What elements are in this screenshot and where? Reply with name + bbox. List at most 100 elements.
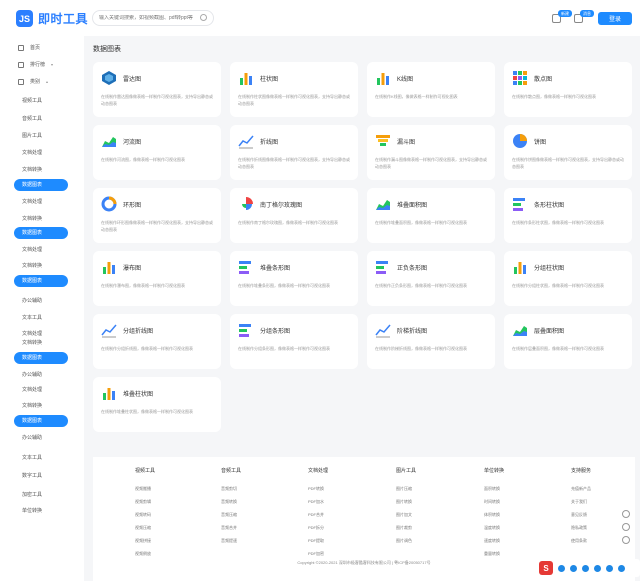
headset-icon[interactable] [622, 523, 630, 531]
sidebar-item[interactable]: 文档转换 [22, 402, 42, 409]
chart-tool-card[interactable]: 雷达图 在线制作雷达图像做表格一样制作可视化图表，支持导出静态或动态图表 [93, 62, 221, 117]
site-logo[interactable]: JS 即时工具 [16, 10, 88, 27]
search-box[interactable] [92, 10, 214, 26]
footer-link[interactable]: 音频转换 [221, 495, 241, 508]
footer-link[interactable]: 隐私政策 [571, 521, 591, 534]
footer-link[interactable]: PDF提取 [308, 534, 328, 547]
footer-link[interactable]: 图片加文 [396, 508, 416, 521]
sidebar-item[interactable]: 文档处理 [22, 386, 42, 393]
footer-link[interactable]: 温度转换 [484, 521, 504, 534]
sidebar-item-active[interactable]: 数据图表 [14, 415, 68, 427]
candlestick-chart-icon [375, 70, 391, 86]
footer-link[interactable]: 重量转换 [484, 547, 504, 560]
sidebar-item[interactable]: 文档处理 [22, 149, 42, 156]
chart-tool-card[interactable]: 饼图 在线制作饼图像做表格一样制作可视化图表，支持导出静态或动态图表 [504, 125, 632, 180]
chart-tool-card[interactable]: 正负条形图 在线制作正负条形图，像做表格一样制作可视化图表 [367, 251, 495, 306]
sidebar-ranking[interactable]: 排行榜 ▾ [18, 61, 53, 68]
chart-tool-card[interactable]: 分组折线图 在线制作分组折线图，像做表格一样制作可视化图表 [93, 314, 221, 369]
footer-link[interactable]: 视频剪辑 [135, 495, 155, 508]
sidebar-item-active[interactable]: 数据图表 [14, 227, 68, 239]
footer-link[interactable]: PDF加水 [308, 495, 328, 508]
footer-link[interactable]: 使用条款 [571, 534, 591, 547]
footer-link[interactable]: 视频倒放 [135, 547, 155, 560]
sidebar-item[interactable]: 文档处理 [22, 198, 42, 205]
search-input[interactable] [99, 15, 199, 21]
sidebar-item[interactable]: 文档转换 [22, 262, 42, 269]
footer-column: 音频工具 音频剪切 音频转换 音频压缩 音频合并 音频提速 [221, 467, 241, 547]
footer-link[interactable]: 图片压缩 [396, 482, 416, 495]
footer-link[interactable]: PDF合并 [308, 508, 328, 521]
sidebar-item[interactable]: 数字工具 [22, 472, 42, 479]
sidebar-item[interactable]: 文档转换 [22, 215, 42, 222]
footer-link[interactable]: 视频压缩 [135, 521, 155, 534]
footer-link[interactable]: 图片调色 [396, 534, 416, 547]
footer-link[interactable]: PDF转换 [308, 482, 328, 495]
sidebar-item-active[interactable]: 数据图表 [14, 179, 68, 191]
sidebar-item[interactable]: 文本工具 [22, 454, 42, 461]
chart-tool-card[interactable]: 环形图 在线制作环形图像做表格一样制作可视化图表，支持导出静态或动态图表 [93, 188, 221, 243]
ime-menu-icon[interactable] [618, 564, 625, 572]
ime-emoji-icon[interactable] [570, 564, 577, 572]
footer-link[interactable]: 意见反馈 [571, 508, 591, 521]
sidebar-item[interactable]: 视频工具 [22, 97, 42, 104]
sidebar-item[interactable]: 办公辅助 [22, 297, 42, 304]
chart-tool-card[interactable]: 分组条形图 在线制作分组条形图，像做表格一样制作可视化图表 [230, 314, 358, 369]
sidebar-home[interactable]: 首页 [18, 44, 40, 51]
sidebar-item[interactable]: 加密工具 [22, 491, 42, 498]
ime-moon-icon[interactable] [558, 564, 565, 572]
ime-keyboard-icon[interactable] [594, 564, 601, 572]
sidebar-item[interactable]: 办公辅助 [22, 371, 42, 378]
sidebar-item[interactable]: 文档处理 [22, 330, 42, 337]
chart-tool-card[interactable]: 堆叠面积图 在线制作堆叠面积图，像做表格一样制作可视化图表 [367, 188, 495, 243]
footer-link[interactable]: 时间转换 [484, 495, 504, 508]
chart-tool-card[interactable]: 堆叠柱状图 在线制作堆叠柱状图，像做表格一样制作可视化图表 [93, 377, 221, 432]
chart-tool-card[interactable]: 层叠面积图 在线制作层叠面积图，像做表格一样制作可视化图表 [504, 314, 632, 369]
chart-tool-card[interactable]: 折线图 在线制作折线图像做表格一样制作可视化图表，支持导出静态或动态图表 [230, 125, 358, 180]
feedback-icon[interactable] [622, 536, 630, 544]
search-icon[interactable] [200, 14, 207, 21]
footer-link[interactable]: 面积转换 [484, 482, 504, 495]
chart-tool-card[interactable]: 散点图 在线制作散点图，像做表格一样制作可视化图表 [504, 62, 632, 117]
sidebar-category[interactable]: 类别 ▴ [18, 78, 48, 85]
sidebar-item[interactable]: 文档转换 [22, 339, 42, 346]
sidebar-item[interactable]: 单位转换 [22, 507, 42, 514]
back-to-top-icon[interactable] [622, 510, 630, 518]
ime-logo-icon[interactable]: S [539, 561, 553, 575]
footer-link[interactable]: 速度转换 [484, 534, 504, 547]
footer-link[interactable]: 音频合并 [221, 521, 241, 534]
ime-mic-icon[interactable] [582, 564, 589, 572]
sidebar-item-active[interactable]: 数据图表 [14, 352, 68, 364]
chart-tool-card[interactable]: 南丁格尔玫瑰图 在线制作南丁格尔玫瑰图，像做表格一样制作可视化图表 [230, 188, 358, 243]
footer-link[interactable]: 图片转换 [396, 495, 416, 508]
footer-link[interactable]: 体积转换 [484, 508, 504, 521]
chart-tool-card[interactable]: 河流图 在线制作河流图，像做表格一样制作可视化图表 [93, 125, 221, 180]
footer-link[interactable]: 视频拼接 [135, 534, 155, 547]
chart-tool-card[interactable]: 堆叠条形图 在线制作堆叠条形图，像做表格一样制作可视化图表 [230, 251, 358, 306]
sidebar-item[interactable]: 文档转换 [22, 166, 42, 173]
footer-link[interactable]: PDF拆分 [308, 521, 328, 534]
footer-link[interactable]: 视频搬播 [135, 482, 155, 495]
chart-tool-card[interactable]: 柱状图 在线制作柱状图像做表格一样制作可视化图表，支持导出静态或动态图表 [230, 62, 358, 117]
chart-tool-card[interactable]: 漏斗图 在线制作漏斗图像做表格一样制作可视化图表，支持导出静态或动态图表 [367, 125, 495, 180]
footer-link[interactable]: 音频剪切 [221, 482, 241, 495]
chart-tool-card[interactable]: 瀑布图 在线制作瀑布图，像做表格一样制作可视化图表 [93, 251, 221, 306]
footer-link[interactable]: 视频转码 [135, 508, 155, 521]
chart-tool-card[interactable]: 阶梯折线图 在线制作阶梯折线图，像做表格一样制作可视化图表 [367, 314, 495, 369]
sidebar-item[interactable]: 音频工具 [22, 115, 42, 122]
chart-tool-card[interactable]: 条形柱状图 在线制作条形柱状图，像做表格一样制作可视化图表 [504, 188, 632, 243]
footer-link[interactable]: 音频提速 [221, 534, 241, 547]
login-button[interactable]: 登录 [598, 12, 632, 25]
sidebar-item[interactable]: 文档处理 [22, 246, 42, 253]
chart-tool-card[interactable]: 分组柱状图 在线制作分组柱状图，像做表格一样制作可视化图表 [504, 251, 632, 306]
sidebar-item[interactable]: 办公辅助 [22, 434, 42, 441]
ime-skin-icon[interactable] [606, 564, 613, 572]
footer-link[interactable]: 图片裁剪 [396, 521, 416, 534]
sidebar-item[interactable]: 图片工具 [22, 132, 42, 139]
sidebar-item[interactable]: 文本工具 [22, 314, 42, 321]
sidebar-item-active[interactable]: 数据图表 [14, 275, 68, 287]
footer-link[interactable]: 充值新产品 [571, 482, 591, 495]
footer-link[interactable]: 音频压缩 [221, 508, 241, 521]
chart-tool-card[interactable]: K线图 在线制作K线图，像做表格一样制作可视化图表 [367, 62, 495, 117]
footer-link[interactable]: PDF加密 [308, 547, 328, 560]
footer-link[interactable]: 关于我们 [571, 495, 591, 508]
